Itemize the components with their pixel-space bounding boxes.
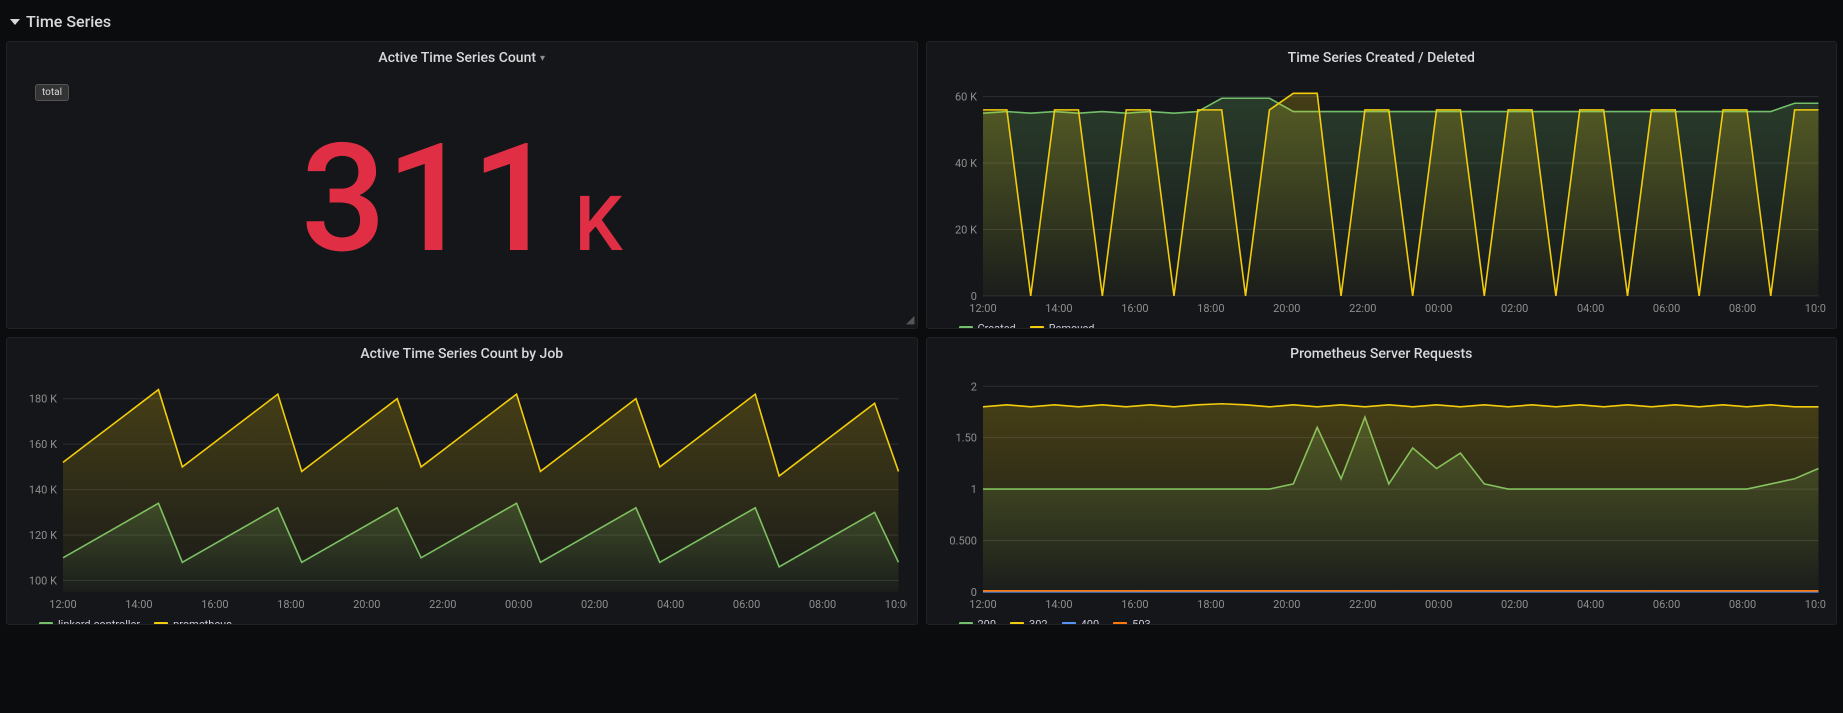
legend-swatch — [154, 622, 168, 625]
svg-text:160 K: 160 K — [29, 438, 57, 451]
svg-text:08:00: 08:00 — [1728, 598, 1755, 611]
legend-swatch — [1030, 326, 1044, 329]
legend-swatch — [1113, 622, 1127, 625]
stat-body: total 311K — [7, 70, 917, 328]
legend: linkerd-controller prometheus — [7, 614, 917, 625]
panel-active-count[interactable]: Active Time Series Count ▾ total 311K ◢ — [6, 41, 918, 329]
chevron-down-icon: ▾ — [540, 53, 545, 64]
row-title: Time Series — [26, 12, 111, 31]
svg-text:08:00: 08:00 — [1728, 302, 1755, 315]
legend-item[interactable]: 200 — [959, 618, 997, 625]
svg-text:08:00: 08:00 — [809, 598, 836, 611]
chart-svg: 00.50011.50212:0014:0016:0018:0020:0022:… — [937, 370, 1827, 614]
svg-text:18:00: 18:00 — [1197, 302, 1224, 315]
chart-svg: 020 K40 K60 K12:0014:0016:0018:0020:0022… — [937, 74, 1827, 318]
legend-label: 503 — [1132, 618, 1151, 625]
svg-text:2: 2 — [970, 380, 976, 393]
svg-text:1.50: 1.50 — [955, 432, 976, 445]
svg-text:18:00: 18:00 — [277, 598, 304, 611]
svg-text:16:00: 16:00 — [1121, 598, 1148, 611]
resize-handle-icon[interactable]: ◢ — [906, 313, 914, 326]
legend-label: 302 — [1029, 618, 1048, 625]
legend: Created Removed - — [927, 318, 1837, 329]
panel-title[interactable]: Time Series Created / Deleted — [927, 42, 1837, 70]
row-header[interactable]: Time Series — [6, 6, 1837, 37]
legend-item[interactable]: 302 — [1010, 618, 1048, 625]
chart-body[interactable]: 020 K40 K60 K12:0014:0016:0018:0020:0022… — [927, 70, 1837, 318]
stat-badge: total — [35, 84, 69, 101]
panel-title[interactable]: Active Time Series Count by Job — [7, 338, 917, 366]
svg-text:20:00: 20:00 — [353, 598, 380, 611]
legend-swatch — [959, 622, 973, 625]
svg-text:1: 1 — [970, 483, 976, 496]
panel-by-job[interactable]: Active Time Series Count by Job 100 K 120… — [6, 337, 918, 625]
legend-label: Removed - — [1049, 322, 1101, 329]
legend-item[interactable]: 400 — [1062, 618, 1100, 625]
legend-item[interactable]: Removed - — [1030, 322, 1101, 329]
legend-swatch — [1010, 622, 1024, 625]
svg-text:06:00: 06:00 — [1652, 598, 1679, 611]
panel-title[interactable]: Active Time Series Count ▾ — [7, 42, 917, 70]
svg-text:02:00: 02:00 — [1500, 302, 1527, 315]
panel-requests[interactable]: Prometheus Server Requests 00.50011.5021… — [926, 337, 1838, 625]
legend-item[interactable]: prometheus — [154, 618, 232, 625]
svg-text:140 K: 140 K — [29, 484, 57, 497]
panel-grid: Active Time Series Count ▾ total 311K ◢ … — [6, 41, 1837, 625]
panel-title[interactable]: Prometheus Server Requests — [927, 338, 1837, 366]
svg-text:12:00: 12:00 — [969, 598, 996, 611]
chart-body[interactable]: 100 K 120 K 140 K 160 K 180 K 12:00 14:00 16:00… — [7, 366, 917, 614]
svg-text:120 K: 120 K — [29, 529, 57, 542]
svg-text:04:00: 04:00 — [1576, 302, 1603, 315]
chart-body[interactable]: 00.50011.50212:0014:0016:0018:0020:0022:… — [927, 366, 1837, 614]
svg-text:40 K: 40 K — [955, 157, 977, 170]
svg-text:10:00: 10:00 — [1804, 598, 1826, 611]
stat-value: 311K — [301, 124, 623, 274]
svg-text:20 K: 20 K — [955, 223, 977, 236]
svg-text:22:00: 22:00 — [429, 598, 456, 611]
svg-text:12:00: 12:00 — [49, 598, 76, 611]
svg-text:60 K: 60 K — [955, 91, 977, 104]
svg-text:02:00: 02:00 — [581, 598, 608, 611]
chevron-down-icon — [10, 19, 20, 25]
legend-label: prometheus — [173, 618, 232, 625]
chart-svg: 100 K 120 K 140 K 160 K 180 K 12:00 14:00 16:00… — [17, 370, 907, 614]
svg-text:06:00: 06:00 — [1652, 302, 1679, 315]
svg-text:22:00: 22:00 — [1349, 302, 1376, 315]
svg-text:16:00: 16:00 — [201, 598, 228, 611]
svg-text:10:00: 10:00 — [1804, 302, 1826, 315]
svg-text:16:00: 16:00 — [1121, 302, 1148, 315]
svg-text:04:00: 04:00 — [1576, 598, 1603, 611]
svg-text:20:00: 20:00 — [1273, 598, 1300, 611]
svg-text:18:00: 18:00 — [1197, 598, 1224, 611]
legend-label: Created — [978, 322, 1016, 329]
legend-item[interactable]: Created — [959, 322, 1016, 329]
svg-text:180 K: 180 K — [29, 393, 57, 406]
svg-text:14:00: 14:00 — [1045, 598, 1072, 611]
legend-swatch — [959, 326, 973, 329]
svg-text:02:00: 02:00 — [1500, 598, 1527, 611]
svg-text:14:00: 14:00 — [1045, 302, 1072, 315]
legend: 200 302 400 503 — [927, 614, 1837, 625]
svg-text:12:00: 12:00 — [969, 302, 996, 315]
legend-swatch — [39, 622, 53, 625]
svg-text:06:00: 06:00 — [733, 598, 760, 611]
legend-item[interactable]: linkerd-controller — [39, 618, 140, 625]
legend-swatch — [1062, 622, 1076, 625]
svg-text:10:00: 10:00 — [885, 598, 907, 611]
svg-text:0.500: 0.500 — [949, 534, 977, 547]
legend-label: 200 — [978, 618, 997, 625]
legend-item[interactable]: 503 — [1113, 618, 1151, 625]
svg-text:00:00: 00:00 — [1425, 598, 1452, 611]
svg-text:04:00: 04:00 — [657, 598, 684, 611]
svg-text:100 K: 100 K — [29, 575, 57, 588]
svg-text:14:00: 14:00 — [125, 598, 152, 611]
legend-label: 400 — [1081, 618, 1100, 625]
legend-label: linkerd-controller — [58, 618, 140, 625]
svg-text:00:00: 00:00 — [1425, 302, 1452, 315]
svg-text:22:00: 22:00 — [1349, 598, 1376, 611]
panel-created-deleted[interactable]: Time Series Created / Deleted 020 K40 K6… — [926, 41, 1838, 329]
svg-text:00:00: 00:00 — [505, 598, 532, 611]
svg-text:20:00: 20:00 — [1273, 302, 1300, 315]
